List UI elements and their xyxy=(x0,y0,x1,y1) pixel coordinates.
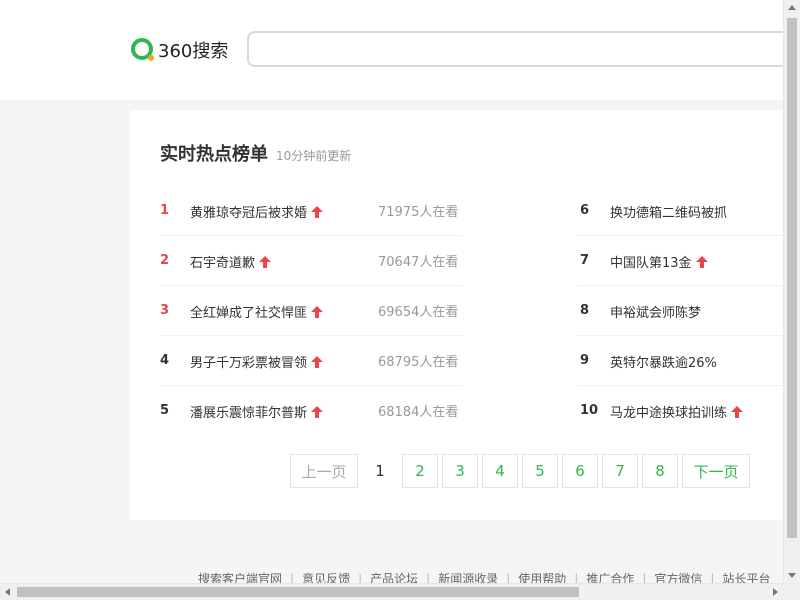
hot-topic-link[interactable]: 全红婵成了社交悍匪 xyxy=(190,302,324,321)
view-count: 71975人在看 xyxy=(378,205,459,220)
scroll-up-icon[interactable] xyxy=(788,5,796,10)
list-item[interactable]: 10 马龙中途换球拍训练 xyxy=(577,386,797,436)
hot-list-right: 6 换功德箱二维码被抓 7 中国队第13金 8 申裕斌会师陈梦 9 英特尔暴跌逾26% 10 马龙… xyxy=(577,186,797,436)
trend-up-icon xyxy=(731,405,744,418)
hot-topic-link[interactable]: 黄雅琼夺冠后被求婚 xyxy=(190,202,324,221)
hot-topic-link[interactable]: 潘展乐震惊菲尔普斯 xyxy=(190,402,324,421)
trend-up-icon xyxy=(311,405,324,418)
hot-topic-title: 马龙中途换球拍训练 xyxy=(610,406,728,421)
list-item[interactable]: 4 男子千万彩票被冒领 68795人在看 xyxy=(160,336,462,386)
rank-number: 4 xyxy=(160,353,170,368)
header: 360搜索 xyxy=(0,0,800,100)
rank-number: 6 xyxy=(580,203,590,218)
hot-topic-title: 全红婵成了社交悍匪 xyxy=(190,306,308,321)
scrollbar-corner xyxy=(783,583,800,600)
hot-topic-link[interactable]: 男子千万彩票被冒领 xyxy=(190,352,324,371)
hot-topic-title: 石宇奇道歉 xyxy=(190,256,256,271)
scroll-thumb[interactable] xyxy=(787,18,797,538)
horizontal-scrollbar[interactable] xyxy=(0,583,783,600)
rank-number: 1 xyxy=(160,203,170,218)
list-item[interactable]: 1 黄雅琼夺冠后被求婚 71975人在看 xyxy=(160,186,462,236)
page-number-6[interactable]: 6 xyxy=(562,454,598,488)
search-input[interactable] xyxy=(249,33,800,65)
page-title: 实时热点榜单 xyxy=(160,144,268,165)
hot-topic-link[interactable]: 换功德箱二维码被抓 xyxy=(610,202,727,221)
trend-up-icon xyxy=(311,305,324,318)
hot-topic-link[interactable]: 中国队第13金 xyxy=(610,252,708,271)
next-page-button[interactable]: 下一页 xyxy=(682,454,750,488)
hot-topic-title: 申裕斌会师陈梦 xyxy=(610,306,702,321)
hot-topic-link[interactable]: 英特尔暴跌逾26% xyxy=(610,352,717,371)
panel-title: 实时热点榜单 10分钟前更新 xyxy=(160,140,351,166)
page-number-8[interactable]: 8 xyxy=(642,454,678,488)
list-item[interactable]: 6 换功德箱二维码被抓 xyxy=(577,186,797,236)
hot-topic-title: 换功德箱二维码被抓 xyxy=(610,206,728,221)
scroll-right-icon[interactable] xyxy=(773,588,778,596)
hot-list-panel: 实时热点榜单 10分钟前更新 1 黄雅琼夺冠后被求婚 71975人在看 2 石宇奇道歉 7… xyxy=(130,110,797,520)
page-number-7[interactable]: 7 xyxy=(602,454,638,488)
scroll-left-icon[interactable] xyxy=(5,588,10,596)
trend-up-icon xyxy=(311,355,324,368)
list-item[interactable]: 8 申裕斌会师陈梦 xyxy=(577,286,797,336)
hot-topic-title: 黄雅琼夺冠后被求婚 xyxy=(190,206,308,221)
trend-up-icon xyxy=(311,205,324,218)
list-item[interactable]: 9 英特尔暴跌逾26% xyxy=(577,336,797,386)
list-item[interactable]: 7 中国队第13金 xyxy=(577,236,797,286)
rank-number: 8 xyxy=(580,303,590,318)
page-numbers: 12345678 xyxy=(362,454,678,488)
hot-topic-title: 中国队第13金 xyxy=(610,256,692,271)
trend-up-icon xyxy=(695,255,708,268)
page-number-1[interactable]: 1 xyxy=(362,454,398,488)
search-box[interactable] xyxy=(247,31,800,67)
hot-topic-link[interactable]: 石宇奇道歉 xyxy=(190,252,272,271)
hot-topic-title: 男子千万彩票被冒领 xyxy=(190,356,308,371)
vertical-scrollbar[interactable] xyxy=(783,0,800,583)
logo[interactable]: 360搜索 xyxy=(130,36,228,64)
update-time: 10分钟前更新 xyxy=(276,149,352,163)
360-logo-icon xyxy=(131,38,154,61)
rank-number: 7 xyxy=(580,253,590,268)
view-count: 70647人在看 xyxy=(378,255,459,270)
list-item[interactable]: 3 全红婵成了社交悍匪 69654人在看 xyxy=(160,286,462,336)
hot-topic-link[interactable]: 申裕斌会师陈梦 xyxy=(610,302,701,321)
page-number-3[interactable]: 3 xyxy=(442,454,478,488)
scroll-thumb-horizontal[interactable] xyxy=(17,587,579,597)
rank-number: 9 xyxy=(580,353,590,368)
rank-number: 10 xyxy=(580,403,599,418)
page-number-2[interactable]: 2 xyxy=(402,454,438,488)
hot-topic-title: 英特尔暴跌逾26% xyxy=(610,356,717,371)
list-item[interactable]: 5 潘展乐震惊菲尔普斯 68184人在看 xyxy=(160,386,462,436)
rank-number: 2 xyxy=(160,253,170,268)
scroll-down-icon[interactable] xyxy=(788,573,796,578)
pagination: 上一页 12345678 下一页 xyxy=(290,454,750,488)
trend-up-icon xyxy=(259,255,272,268)
page-number-4[interactable]: 4 xyxy=(482,454,518,488)
view-count: 68795人在看 xyxy=(378,355,459,370)
rank-number: 3 xyxy=(160,303,170,318)
page-number-5[interactable]: 5 xyxy=(522,454,558,488)
list-item[interactable]: 2 石宇奇道歉 70647人在看 xyxy=(160,236,462,286)
rank-number: 5 xyxy=(160,403,170,418)
prev-page-button[interactable]: 上一页 xyxy=(290,454,358,488)
view-count: 69654人在看 xyxy=(378,305,459,320)
hot-topic-link[interactable]: 马龙中途换球拍训练 xyxy=(610,402,744,421)
logo-text: 360搜索 xyxy=(158,41,229,62)
hot-list-left: 1 黄雅琼夺冠后被求婚 71975人在看 2 石宇奇道歉 70647人在看 3 全红婵成了社交… xyxy=(160,186,462,436)
view-count: 68184人在看 xyxy=(378,405,459,420)
hot-topic-title: 潘展乐震惊菲尔普斯 xyxy=(190,406,308,421)
